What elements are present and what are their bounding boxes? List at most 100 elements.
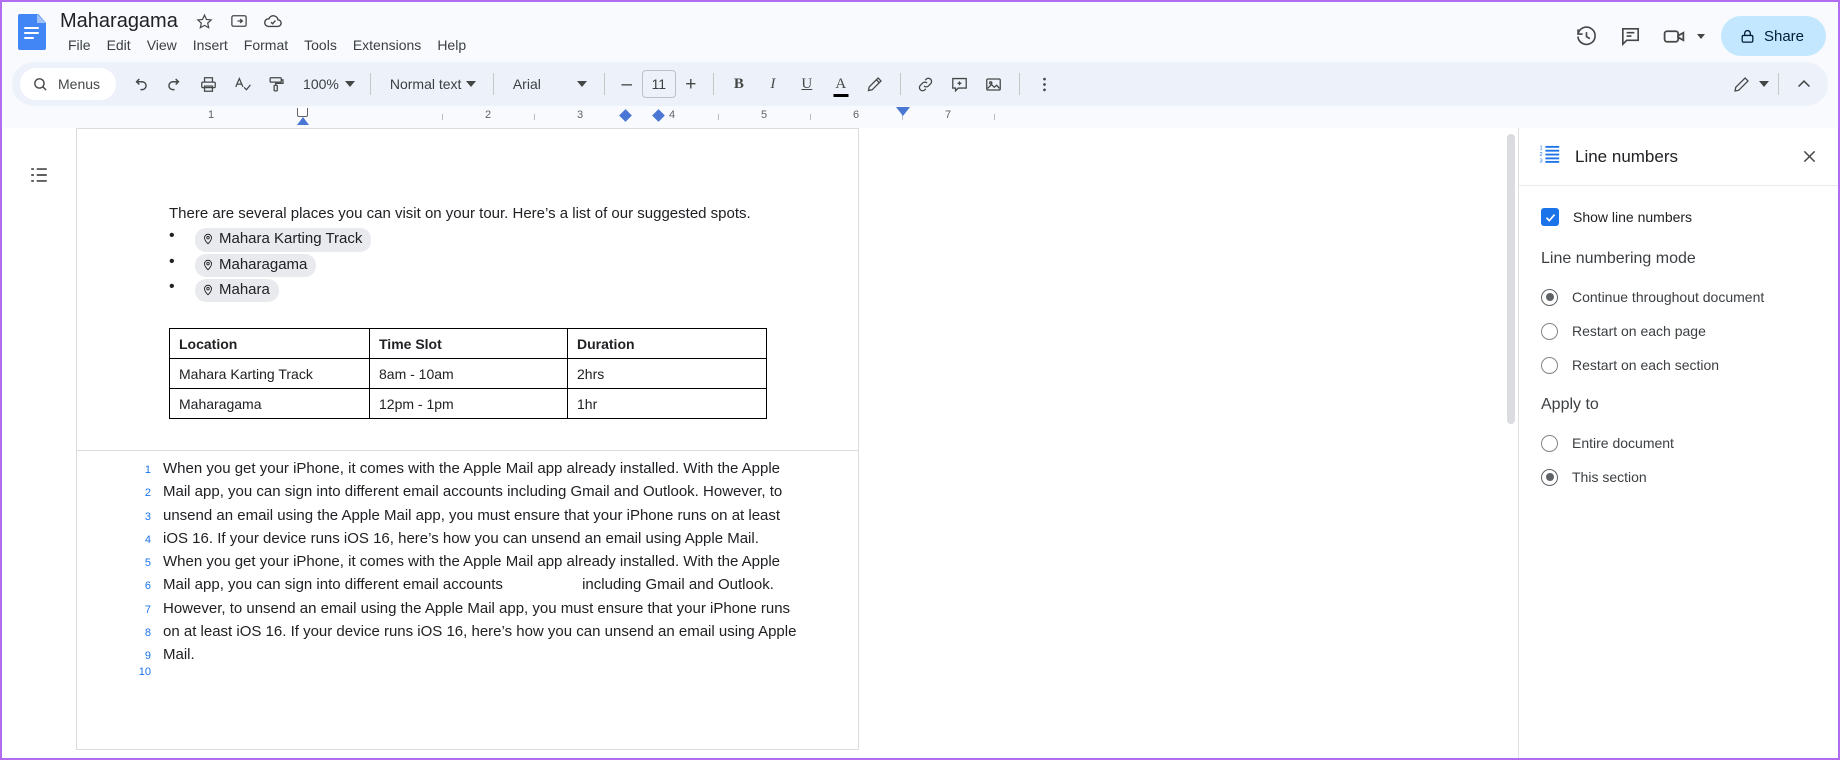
numbered-line[interactable]: 6 Mail app, you can sign into different … <box>137 573 798 596</box>
more-options-icon[interactable] <box>1029 68 1061 100</box>
document-page-1[interactable]: There are several places you can visit o… <box>76 128 859 451</box>
tab-stop-marker[interactable] <box>619 109 632 122</box>
apply-option-this-section[interactable]: This section <box>1541 460 1816 494</box>
numbered-line[interactable]: 10 <box>137 666 798 678</box>
tab-stop-marker[interactable] <box>652 109 665 122</box>
spellcheck-icon[interactable] <box>226 68 258 100</box>
document-page-2[interactable]: 1 When you get your iPhone, it comes wit… <box>76 450 859 750</box>
list-item[interactable]: Mahara <box>169 278 798 303</box>
mode-option-continue[interactable]: Continue throughout document <box>1541 280 1816 314</box>
move-to-folder-icon[interactable] <box>228 10 250 32</box>
apply-option-entire-document[interactable]: Entire document <box>1541 426 1816 460</box>
document-scrollbar[interactable] <box>1504 128 1518 758</box>
menu-format[interactable]: Format <box>236 35 296 55</box>
table-cell[interactable]: 12pm - 1pm <box>369 388 568 420</box>
list-item[interactable]: Maharagama <box>169 253 798 277</box>
meet-camera-icon[interactable] <box>1655 16 1695 56</box>
zoom-select[interactable]: 100% <box>294 68 361 100</box>
radio-entire-document[interactable] <box>1541 434 1558 452</box>
list-item[interactable]: Mahara Karting Track <box>169 227 798 252</box>
numbered-line[interactable]: 3 unsend an email using the Apple Mail a… <box>137 504 798 527</box>
menu-tools[interactable]: Tools <box>296 35 345 55</box>
meet-control[interactable] <box>1655 16 1711 56</box>
editing-mode-chevron-down-icon[interactable] <box>1759 81 1769 87</box>
line-text[interactable]: When you get your iPhone, it comes with … <box>163 550 780 573</box>
font-family-select[interactable]: Arial <box>503 68 595 100</box>
mode-option-restart-page[interactable]: Restart on each page <box>1541 314 1816 348</box>
comment-history-icon[interactable] <box>1611 16 1651 56</box>
radio-restart-on-each-section[interactable] <box>1541 356 1558 374</box>
line-text[interactable]: Mail. <box>163 643 195 666</box>
collapse-chevron-up-icon[interactable] <box>1788 68 1820 100</box>
increase-font-size-button[interactable]: + <box>678 70 704 98</box>
radio-continue-throughout-document[interactable] <box>1541 288 1558 306</box>
numbered-line[interactable]: 7 However, to unsend an email using the … <box>137 597 798 620</box>
document-outline-icon[interactable] <box>22 158 56 192</box>
font-size-input[interactable]: 11 <box>641 70 676 98</box>
location-chip[interactable]: Mahara Karting Track <box>195 228 372 252</box>
radio-restart-on-each-page[interactable] <box>1541 322 1558 340</box>
menu-edit[interactable]: Edit <box>99 35 139 55</box>
scrollbar-thumb[interactable] <box>1507 134 1515 424</box>
table-row[interactable]: Maharagama 12pm - 1pm 1hr <box>169 388 767 420</box>
right-indent-marker[interactable] <box>896 107 910 116</box>
radio-this-section[interactable] <box>1541 468 1558 486</box>
numbered-line[interactable]: 9 Mail. <box>137 643 798 666</box>
menu-insert[interactable]: Insert <box>185 35 236 55</box>
numbered-line[interactable]: 1 When you get your iPhone, it comes wit… <box>137 457 798 480</box>
line-text[interactable]: on at least iOS 16. If your device runs … <box>163 620 796 643</box>
line-text[interactable]: When you get your iPhone, it comes with … <box>163 457 780 480</box>
line-text[interactable]: unsend an email using the Apple Mail app… <box>163 504 780 527</box>
italic-button[interactable]: I <box>757 68 789 100</box>
show-line-numbers-row[interactable]: Show line numbers <box>1541 208 1816 226</box>
numbered-line[interactable]: 4 iOS 16. If your device runs iOS 16, he… <box>137 527 798 550</box>
insert-link-icon[interactable] <box>910 68 942 100</box>
location-chip[interactable]: Mahara <box>195 278 279 303</box>
star-icon[interactable] <box>194 10 216 32</box>
underline-button[interactable]: U <box>791 68 823 100</box>
insert-image-icon[interactable] <box>978 68 1010 100</box>
menus-search-button[interactable]: Menus <box>20 68 117 100</box>
menu-extensions[interactable]: Extensions <box>345 35 429 55</box>
table-cell[interactable]: 1hr <box>567 388 767 420</box>
first-line-indent-marker[interactable] <box>297 117 309 125</box>
line-text[interactable]: iOS 16. If your device runs iOS 16, here… <box>163 527 759 550</box>
edit-pencil-icon[interactable] <box>1725 68 1757 100</box>
saved-to-drive-cloud-icon[interactable] <box>262 10 284 32</box>
left-indent-marker[interactable] <box>297 108 308 117</box>
line-text[interactable]: Mail app, you can sign into different em… <box>163 480 782 503</box>
print-icon[interactable] <box>192 68 224 100</box>
table-cell[interactable]: Mahara Karting Track <box>169 358 370 390</box>
schedule-table[interactable]: Location Time Slot Duration Mahara Karti… <box>169 328 767 420</box>
mode-option-restart-section[interactable]: Restart on each section <box>1541 348 1816 382</box>
editing-mode-control[interactable] <box>1725 68 1769 100</box>
version-history-icon[interactable] <box>1567 16 1607 56</box>
numbered-line[interactable]: 2 Mail app, you can sign into different … <box>137 480 798 503</box>
table-cell[interactable]: 2hrs <box>567 358 767 390</box>
share-button[interactable]: Share <box>1720 16 1826 56</box>
menu-file[interactable]: File <box>60 35 99 55</box>
menu-help[interactable]: Help <box>429 35 474 55</box>
numbered-line[interactable]: 5 When you get your iPhone, it comes wit… <box>137 550 798 573</box>
document-ruler[interactable]: 1 2 3 4 5 6 7 <box>2 106 1838 128</box>
decrease-font-size-button[interactable]: – <box>614 70 640 98</box>
menu-view[interactable]: View <box>139 35 185 55</box>
table-cell[interactable]: 8am - 10am <box>369 358 568 390</box>
text-color-button[interactable]: A <box>825 68 857 100</box>
line-text[interactable]: Mail app, you can sign into different em… <box>163 573 774 596</box>
paragraph-style-select[interactable]: Normal text <box>380 68 484 100</box>
location-chip[interactable]: Maharagama <box>195 253 317 277</box>
meet-chevron-down-icon[interactable] <box>1696 33 1705 39</box>
add-comment-icon[interactable] <box>944 68 976 100</box>
document-title[interactable]: Maharagama <box>56 9 182 34</box>
table-cell[interactable]: Maharagama <box>169 388 370 420</box>
bold-button[interactable]: B <box>723 68 755 100</box>
intro-paragraph[interactable]: There are several places you can visit o… <box>169 203 798 224</box>
numbered-line[interactable]: 8 on at least iOS 16. If your device run… <box>137 620 798 643</box>
show-line-numbers-checkbox[interactable] <box>1541 208 1559 226</box>
highlight-pen-icon[interactable] <box>859 68 891 100</box>
redo-icon[interactable] <box>158 68 190 100</box>
undo-icon[interactable] <box>124 68 156 100</box>
table-row[interactable]: Mahara Karting Track 8am - 10am 2hrs <box>169 358 767 390</box>
paint-format-icon[interactable] <box>260 68 292 100</box>
